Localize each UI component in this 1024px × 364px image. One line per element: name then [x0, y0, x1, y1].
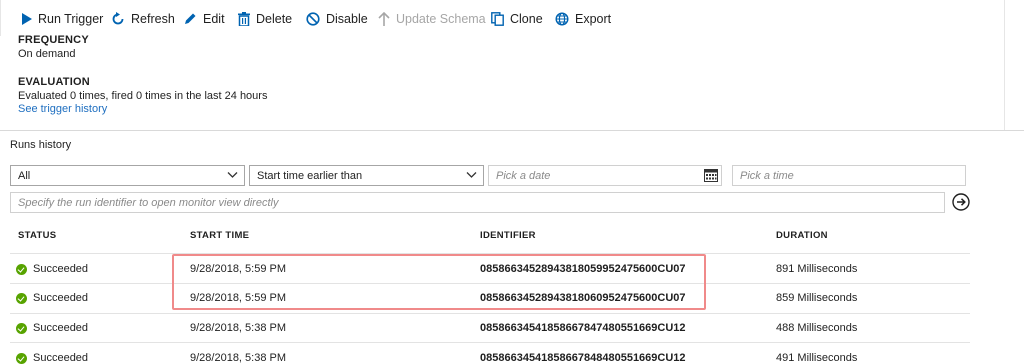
arrow-up-icon: [378, 12, 390, 26]
runs-history-title: Runs history: [10, 139, 72, 151]
update-schema-button[interactable]: Update Schema: [378, 10, 486, 28]
column-header-status[interactable]: STATUS: [18, 230, 56, 241]
export-button[interactable]: Export: [555, 10, 611, 28]
success-check-icon: [16, 292, 27, 304]
start-time-cell: 9/28/2018, 5:38 PM: [190, 352, 287, 364]
panel-divider: [1004, 0, 1005, 130]
edit-button[interactable]: Edit: [183, 10, 225, 28]
identifier-cell[interactable]: 08586634541858667847480551669CU12: [480, 322, 686, 334]
block-icon: [306, 12, 320, 26]
row-divider: [10, 313, 970, 314]
play-icon: [22, 13, 32, 25]
command-toolbar: Run Trigger Refresh Edit Delete Disable …: [0, 0, 1024, 36]
duration-cell: 859 Milliseconds: [776, 292, 858, 304]
disable-button[interactable]: Disable: [306, 10, 368, 28]
arrow-right-icon[interactable]: [952, 193, 970, 211]
date-picker-input[interactable]: Pick a date: [488, 165, 722, 186]
run-identifier-input[interactable]: Specify the run identifier to open monit…: [10, 192, 945, 213]
delete-button[interactable]: Delete: [238, 10, 292, 28]
chevron-down-icon: [227, 172, 238, 178]
time-filter-select[interactable]: Start time earlier than: [249, 165, 484, 186]
success-check-icon: [16, 322, 27, 334]
run-trigger-button[interactable]: Run Trigger: [21, 10, 103, 28]
status-cell: Succeeded: [16, 292, 88, 304]
clone-button[interactable]: Clone: [491, 10, 543, 28]
status-cell: Succeeded: [16, 322, 88, 334]
duration-cell: 491 Milliseconds: [776, 352, 858, 364]
copy-icon: [491, 12, 504, 26]
status-cell: Succeeded: [16, 352, 88, 364]
refresh-button[interactable]: Refresh: [111, 10, 175, 28]
start-time-cell: 9/28/2018, 5:38 PM: [190, 322, 287, 334]
success-check-icon: [16, 263, 27, 275]
column-header-start-time[interactable]: START TIME: [190, 230, 249, 241]
refresh-icon: [112, 12, 124, 25]
identifier-cell[interactable]: 08586634541858667848480551669CU12: [480, 352, 686, 364]
row-divider: [10, 342, 970, 343]
evaluation-text: Evaluated 0 times, fired 0 times in the …: [18, 90, 268, 102]
duration-cell: 488 Milliseconds: [776, 322, 858, 334]
trash-icon: [238, 12, 250, 26]
trigger-history-link[interactable]: See trigger history: [18, 103, 107, 115]
highlight-annotation-box: [172, 254, 706, 310]
status-cell: Succeeded: [16, 263, 88, 275]
status-filter-select[interactable]: All: [10, 165, 245, 186]
calendar-icon[interactable]: [704, 169, 718, 182]
column-header-duration[interactable]: DURATION: [776, 230, 828, 241]
globe-icon: [555, 12, 569, 26]
frequency-title: FREQUENCY: [18, 34, 89, 46]
frequency-value: On demand: [18, 48, 76, 60]
time-picker-input[interactable]: Pick a time: [732, 165, 966, 186]
pencil-icon: [185, 13, 196, 24]
section-divider: [0, 130, 1024, 131]
duration-cell: 891 Milliseconds: [776, 263, 858, 275]
column-header-identifier[interactable]: IDENTIFIER: [480, 230, 536, 241]
evaluation-title: EVALUATION: [18, 76, 90, 88]
chevron-down-icon: [466, 172, 477, 178]
